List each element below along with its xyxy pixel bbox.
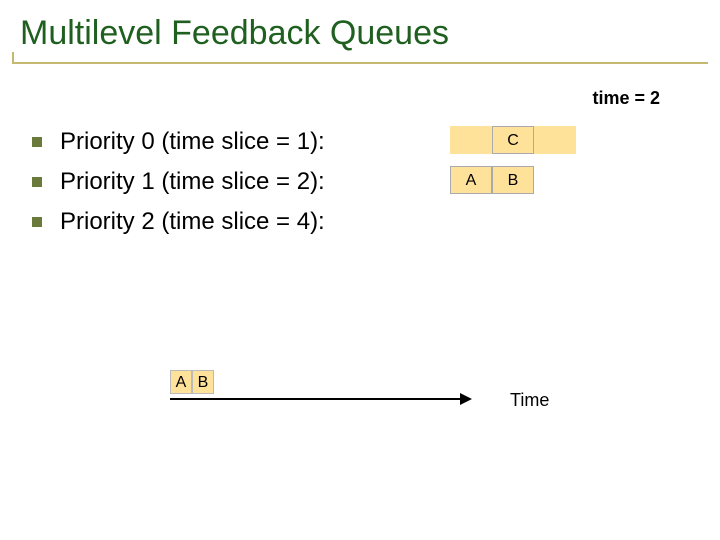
queue-cell: B [492,166,534,194]
bullet-item-p2: Priority 2 (time slice = 4): [32,202,325,242]
slide: Multilevel Feedback Queues time = 2 Prio… [0,0,720,540]
bullet-text: Priority 1 (time slice = 2): [60,168,325,196]
bullet-icon [32,177,42,187]
timeline-cell: B [192,370,214,394]
timeline-boxes: AB [170,370,470,396]
bullet-icon [32,137,42,147]
bullet-item-p1: Priority 1 (time slice = 2): [32,162,325,202]
queue-cell: A [450,166,492,194]
bullet-item-p0: Priority 0 (time slice = 1): [32,122,325,162]
bullet-text: Priority 2 (time slice = 4): [60,208,325,236]
bullet-icon [32,217,42,227]
title-rule-tick [12,52,14,62]
bullet-text: Priority 0 (time slice = 1): [60,128,325,156]
time-indicator: time = 2 [592,88,660,109]
queue-cell [450,126,492,154]
timeline-axis-label: Time [510,390,549,411]
slide-title: Multilevel Feedback Queues [20,14,449,53]
arrow-right-icon [460,393,472,405]
timeline: AB [170,370,470,400]
timeline-axis [170,398,470,400]
title-rule [12,62,708,64]
queue-cell [534,126,576,154]
queue-cell: C [492,126,534,154]
bullet-list: Priority 0 (time slice = 1): Priority 1 … [32,122,325,242]
timeline-cell: A [170,370,192,394]
